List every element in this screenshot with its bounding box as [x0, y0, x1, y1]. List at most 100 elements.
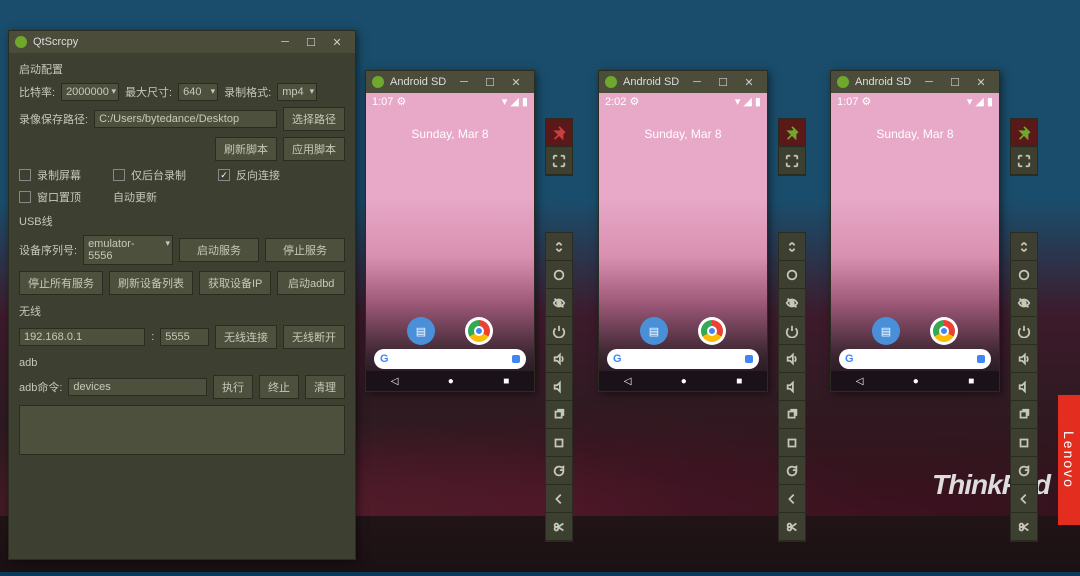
- button-refreshscript[interactable]: 刷新脚本: [215, 137, 277, 161]
- mic-icon[interactable]: [977, 355, 985, 363]
- chrome-app-icon[interactable]: [698, 317, 726, 345]
- pin-icon[interactable]: [779, 119, 805, 147]
- combo-serial[interactable]: emulator-5556: [83, 235, 173, 265]
- minimize-button[interactable]: ─: [452, 73, 476, 91]
- maximize-button[interactable]: ☐: [711, 73, 735, 91]
- qt-titlebar[interactable]: QtScrcpy ─ ☐ ✕: [9, 31, 355, 53]
- fullscreen-icon[interactable]: [1011, 147, 1037, 175]
- cut-icon[interactable]: [546, 513, 572, 541]
- combo-recformat[interactable]: mp4: [277, 83, 317, 101]
- expand-icon[interactable]: [1011, 233, 1037, 261]
- fullscreen-icon[interactable]: [546, 147, 572, 175]
- phone-screen[interactable]: 1:07 ⚙▾ ◢ ▮ Sunday, Mar 8 ▤ G ◁ ● ■: [831, 93, 999, 391]
- combo-maxsize[interactable]: 640: [178, 83, 218, 101]
- maximize-button[interactable]: ☐: [299, 33, 323, 51]
- copy-icon[interactable]: [1011, 401, 1037, 429]
- cut-icon[interactable]: [1011, 513, 1037, 541]
- eye-icon[interactable]: [779, 289, 805, 317]
- checkbox-reverse[interactable]: [218, 169, 230, 181]
- volup-icon[interactable]: [779, 345, 805, 373]
- google-search-bar[interactable]: G: [607, 349, 759, 369]
- button-wifidisconn[interactable]: 无线断开: [283, 325, 345, 349]
- power-icon[interactable]: [779, 317, 805, 345]
- messages-app-icon[interactable]: ▤: [872, 317, 900, 345]
- mic-icon[interactable]: [745, 355, 753, 363]
- back-icon[interactable]: [779, 485, 805, 513]
- close-button[interactable]: ✕: [737, 73, 761, 91]
- google-search-bar[interactable]: G: [374, 349, 526, 369]
- nav-recent-icon[interactable]: ■: [736, 376, 742, 387]
- checkbox-showfps[interactable]: [19, 191, 31, 203]
- square-icon[interactable]: [546, 429, 572, 457]
- button-startserv[interactable]: 启动服务: [179, 238, 259, 262]
- checkbox-recscreen[interactable]: [19, 169, 31, 181]
- google-search-bar[interactable]: G: [839, 349, 991, 369]
- phone-titlebar[interactable]: Android SDK … ─ ☐ ✕: [831, 71, 999, 93]
- button-exec[interactable]: 执行: [213, 375, 253, 399]
- circle-icon[interactable]: [546, 261, 572, 289]
- voldown-icon[interactable]: [779, 373, 805, 401]
- combo-bitrate[interactable]: 2000000: [61, 83, 119, 101]
- pin-icon[interactable]: [546, 119, 572, 147]
- button-stop[interactable]: 终止: [259, 375, 299, 399]
- copy-icon[interactable]: [546, 401, 572, 429]
- nav-recent-icon[interactable]: ■: [503, 376, 509, 387]
- button-startadbd[interactable]: 启动adbd: [277, 271, 345, 295]
- messages-app-icon[interactable]: ▤: [407, 317, 435, 345]
- nav-home-icon[interactable]: ●: [913, 376, 919, 387]
- power-icon[interactable]: [1011, 317, 1037, 345]
- circle-icon[interactable]: [1011, 261, 1037, 289]
- phone-screen[interactable]: 1:07 ⚙▾ ◢ ▮ Sunday, Mar 8 ▤ G ◁ ● ■: [366, 93, 534, 391]
- button-refreshdev[interactable]: 刷新设备列表: [109, 271, 193, 295]
- rotate-icon[interactable]: [779, 457, 805, 485]
- phone-screen[interactable]: 2:02 ⚙▾ ◢ ▮ Sunday, Mar 8 ▤ G ◁ ● ■: [599, 93, 767, 391]
- eye-icon[interactable]: [546, 289, 572, 317]
- phone-titlebar[interactable]: Android SDK … ─ ☐ ✕: [599, 71, 767, 93]
- messages-app-icon[interactable]: ▤: [640, 317, 668, 345]
- button-wificonn[interactable]: 无线连接: [215, 325, 277, 349]
- nav-recent-icon[interactable]: ■: [968, 376, 974, 387]
- copy-icon[interactable]: [779, 401, 805, 429]
- eye-icon[interactable]: [1011, 289, 1037, 317]
- phone-titlebar[interactable]: Android SDK … ─ ☐ ✕: [366, 71, 534, 93]
- chrome-app-icon[interactable]: [930, 317, 958, 345]
- button-getip[interactable]: 获取设备IP: [199, 271, 271, 295]
- input-port[interactable]: 5555: [160, 328, 209, 346]
- minimize-button[interactable]: ─: [685, 73, 709, 91]
- chrome-app-icon[interactable]: [465, 317, 493, 345]
- nav-back-icon[interactable]: ◁: [856, 376, 864, 387]
- power-icon[interactable]: [546, 317, 572, 345]
- nav-home-icon[interactable]: ●: [681, 376, 687, 387]
- maximize-button[interactable]: ☐: [478, 73, 502, 91]
- rotate-icon[interactable]: [1011, 457, 1037, 485]
- back-icon[interactable]: [546, 485, 572, 513]
- mic-icon[interactable]: [512, 355, 520, 363]
- rotate-icon[interactable]: [546, 457, 572, 485]
- button-applyscript[interactable]: 应用脚本: [283, 137, 345, 161]
- checkbox-background[interactable]: [113, 169, 125, 181]
- cut-icon[interactable]: [779, 513, 805, 541]
- button-clear[interactable]: 清理: [305, 375, 345, 399]
- close-button[interactable]: ✕: [325, 33, 349, 51]
- nav-back-icon[interactable]: ◁: [624, 376, 632, 387]
- minimize-button[interactable]: ─: [273, 33, 297, 51]
- input-recpath[interactable]: C:/Users/bytedance/Desktop: [94, 110, 277, 128]
- expand-icon[interactable]: [779, 233, 805, 261]
- button-selpath[interactable]: 选择路径: [283, 107, 345, 131]
- circle-icon[interactable]: [779, 261, 805, 289]
- voldown-icon[interactable]: [1011, 373, 1037, 401]
- back-icon[interactable]: [1011, 485, 1037, 513]
- button-stopserv[interactable]: 停止服务: [265, 238, 345, 262]
- voldown-icon[interactable]: [546, 373, 572, 401]
- expand-icon[interactable]: [546, 233, 572, 261]
- close-button[interactable]: ✕: [504, 73, 528, 91]
- fullscreen-icon[interactable]: [779, 147, 805, 175]
- input-ip[interactable]: 192.168.0.1: [19, 328, 145, 346]
- square-icon[interactable]: [779, 429, 805, 457]
- minimize-button[interactable]: ─: [917, 73, 941, 91]
- square-icon[interactable]: [1011, 429, 1037, 457]
- close-button[interactable]: ✕: [969, 73, 993, 91]
- input-adbcmd[interactable]: devices: [68, 378, 207, 396]
- maximize-button[interactable]: ☐: [943, 73, 967, 91]
- nav-home-icon[interactable]: ●: [448, 376, 454, 387]
